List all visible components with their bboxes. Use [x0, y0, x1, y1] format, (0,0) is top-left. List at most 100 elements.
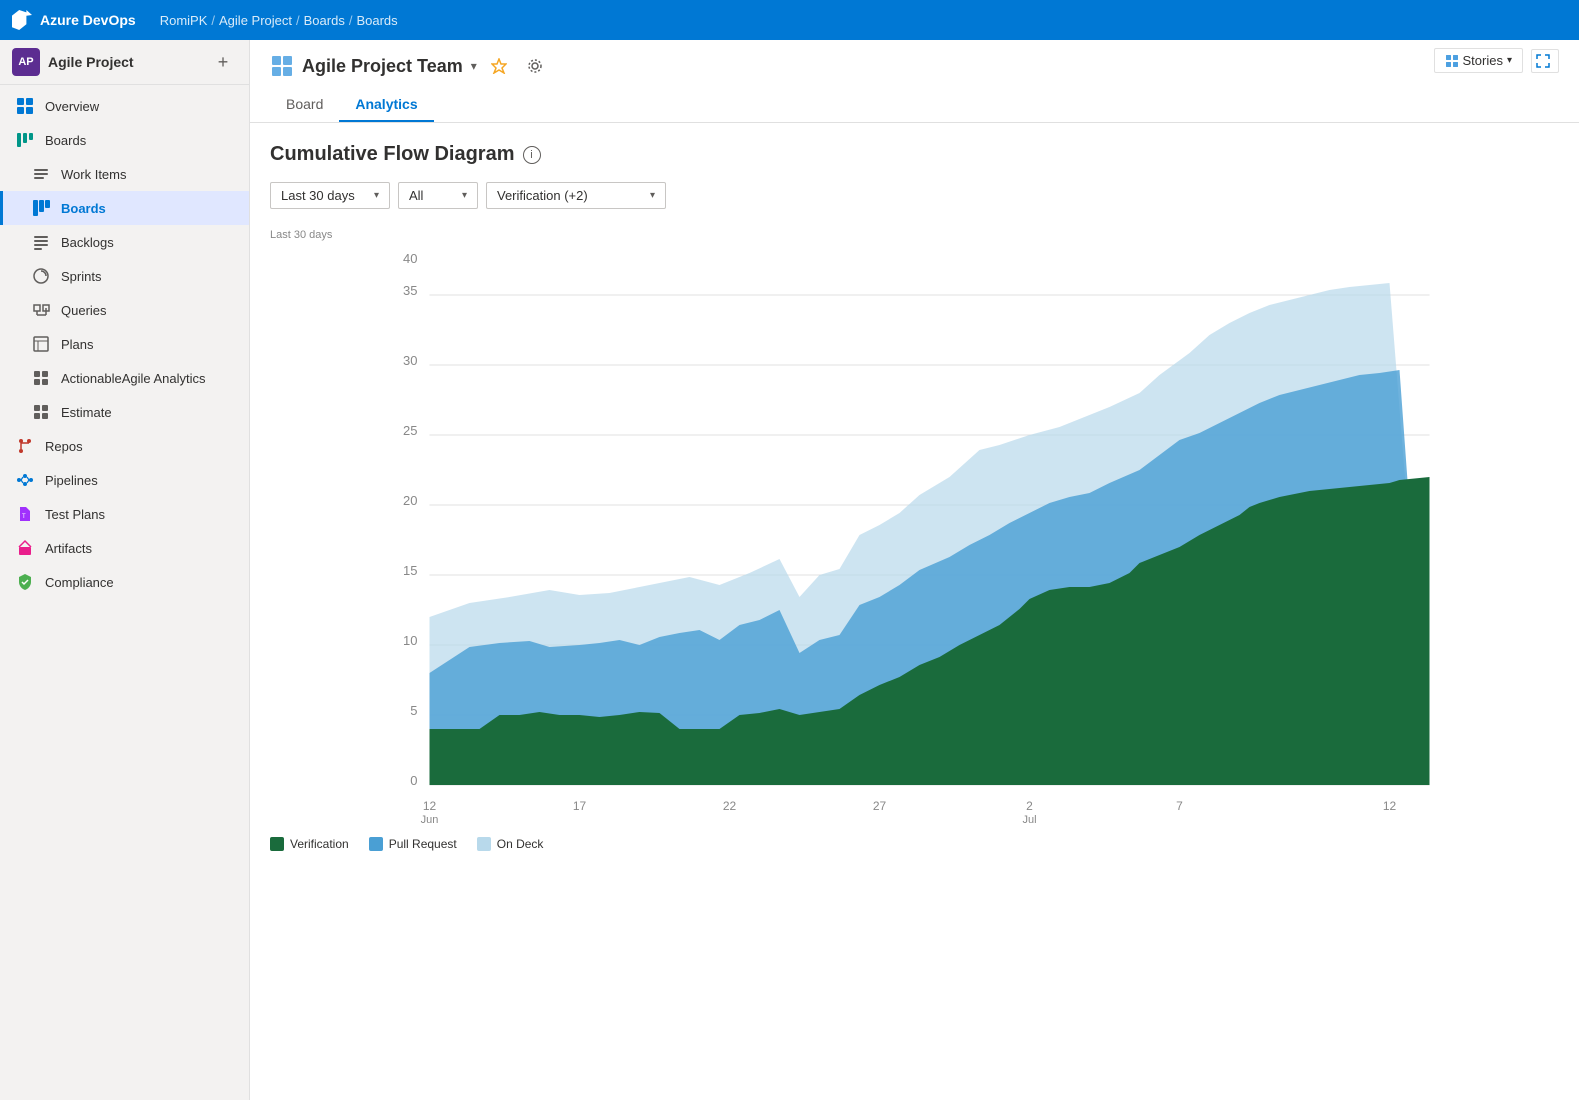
- svg-text:2: 2: [1026, 799, 1033, 813]
- team-chevron-icon[interactable]: ▾: [471, 59, 477, 73]
- sidebar-item-boards[interactable]: Boards: [0, 191, 249, 225]
- sidebar-item-pipelines-label: Pipelines: [45, 473, 98, 488]
- expand-button[interactable]: [1531, 49, 1559, 73]
- svg-text:40: 40: [403, 251, 417, 266]
- sidebar-item-overview-label: Overview: [45, 99, 99, 114]
- tab-board[interactable]: Board: [270, 88, 339, 122]
- team-actions: [485, 52, 549, 80]
- analytics-body: Cumulative Flow Diagram i Last 30 days ▾…: [250, 123, 1579, 1100]
- sidebar-item-backlogs[interactable]: Backlogs: [0, 225, 249, 259]
- svg-text:Jul: Jul: [1022, 814, 1036, 825]
- chart-legend: Verification Pull Request On Deck: [270, 837, 1559, 851]
- boards-icon: [31, 198, 51, 218]
- svg-text:0: 0: [410, 773, 417, 788]
- sidebar-item-repos-label: Repos: [45, 439, 83, 454]
- svg-text:15: 15: [403, 563, 417, 578]
- breadcrumb-romipk[interactable]: RomiPK: [160, 13, 208, 28]
- content-area: Agile Project Team ▾ Stories ▾: [250, 40, 1579, 1100]
- info-icon[interactable]: i: [523, 146, 541, 164]
- artifacts-icon: [15, 538, 35, 558]
- topbar: Azure DevOps RomiPK / Agile Project / Bo…: [0, 0, 1579, 40]
- on-deck-label: On Deck: [497, 837, 544, 851]
- sidebar-item-work-items[interactable]: Work Items: [0, 157, 249, 191]
- verification-swatch: [270, 837, 284, 851]
- chart-sublabel: Last 30 days: [270, 229, 1559, 241]
- sidebar-item-actionable[interactable]: ActionableAgile Analytics: [0, 361, 249, 395]
- stages-chevron-icon: ▾: [650, 190, 655, 201]
- main-layout: AP Agile Project + Overview: [0, 40, 1579, 1100]
- sidebar-project: AP Agile Project: [12, 48, 134, 76]
- sidebar-item-plans[interactable]: Plans: [0, 327, 249, 361]
- sidebar-item-plans-label: Plans: [61, 337, 94, 352]
- sidebar-item-backlogs-label: Backlogs: [61, 235, 114, 250]
- stages-filter[interactable]: Verification (+2) ▾: [486, 182, 666, 209]
- legend-verification: Verification: [270, 837, 349, 851]
- plans-icon: [31, 334, 51, 354]
- stages-filter-value: Verification (+2): [497, 188, 588, 203]
- sprints-icon: [31, 266, 51, 286]
- breadcrumb-boards-2[interactable]: Boards: [356, 13, 397, 28]
- settings-button[interactable]: [521, 52, 549, 80]
- svg-text:30: 30: [403, 353, 417, 368]
- add-project-button[interactable]: +: [209, 48, 237, 76]
- actionable-icon: [31, 368, 51, 388]
- breadcrumb-boards-1[interactable]: Boards: [304, 13, 345, 28]
- sidebar-item-sprints-label: Sprints: [61, 269, 101, 284]
- sidebar-item-artifacts-label: Artifacts: [45, 541, 92, 556]
- legend-pull-request: Pull Request: [369, 837, 457, 851]
- estimate-icon: [31, 402, 51, 422]
- sidebar-item-repos[interactable]: Repos: [0, 429, 249, 463]
- sidebar-item-queries-label: Queries: [61, 303, 107, 318]
- queries-icon: [31, 300, 51, 320]
- filter-row: Last 30 days ▾ All ▾ Verification (+2) ▾: [270, 182, 1559, 209]
- legend-on-deck: On Deck: [477, 837, 544, 851]
- sidebar-item-compliance[interactable]: Compliance: [0, 565, 249, 599]
- breadcrumb-sep-1: /: [211, 13, 215, 28]
- compliance-icon: [15, 572, 35, 592]
- cfd-chart: 0 5 10 15 20 25 30 35 40: [270, 245, 1559, 825]
- sidebar-item-pipelines[interactable]: Pipelines: [0, 463, 249, 497]
- sidebar-item-estimate-label: Estimate: [61, 405, 112, 420]
- tab-analytics[interactable]: Analytics: [339, 88, 433, 122]
- period-filter[interactable]: Last 30 days ▾: [270, 182, 390, 209]
- sidebar-item-overview[interactable]: Overview: [0, 89, 249, 123]
- svg-text:5: 5: [410, 703, 417, 718]
- work-items-icon: [31, 164, 51, 184]
- sidebar-item-boards-group[interactable]: Boards: [0, 123, 249, 157]
- breadcrumb-sep-3: /: [349, 13, 353, 28]
- repos-icon: [15, 436, 35, 456]
- type-filter-value: All: [409, 188, 423, 203]
- overview-icon: [15, 96, 35, 116]
- chart-svg-wrap: 0 5 10 15 20 25 30 35 40: [270, 245, 1559, 825]
- svg-text:27: 27: [873, 799, 887, 813]
- chart-title-row: Cumulative Flow Diagram i: [270, 143, 1559, 166]
- svg-text:35: 35: [403, 283, 417, 298]
- sidebar-item-sprints[interactable]: Sprints: [0, 259, 249, 293]
- period-chevron-icon: ▾: [374, 190, 379, 201]
- pull-request-swatch: [369, 837, 383, 851]
- svg-text:17: 17: [573, 799, 587, 813]
- sidebar-item-queries[interactable]: Queries: [0, 293, 249, 327]
- stories-button[interactable]: Stories ▾: [1434, 48, 1524, 73]
- chart-title: Cumulative Flow Diagram: [270, 143, 515, 166]
- content-team-row: Agile Project Team ▾ Stories ▾: [270, 52, 1559, 80]
- type-chevron-icon: ▾: [462, 190, 467, 201]
- pipelines-icon: [15, 470, 35, 490]
- verification-label: Verification: [290, 837, 349, 851]
- stories-label: Stories: [1463, 53, 1503, 68]
- chart-container: Last 30 days 0 5 10 15 20 25 30 35 40: [270, 229, 1559, 851]
- sidebar-nav: Overview Boards: [0, 85, 249, 603]
- sidebar-item-estimate[interactable]: Estimate: [0, 395, 249, 429]
- sidebar-item-test-plans[interactable]: T Test Plans: [0, 497, 249, 531]
- breadcrumb-agile-project[interactable]: Agile Project: [219, 13, 292, 28]
- sidebar-item-boards-label: Boards: [61, 201, 106, 216]
- avatar: AP: [12, 48, 40, 76]
- svg-text:7: 7: [1176, 799, 1183, 813]
- stories-chevron-icon: ▾: [1507, 55, 1512, 66]
- type-filter[interactable]: All ▾: [398, 182, 478, 209]
- sidebar-item-artifacts[interactable]: Artifacts: [0, 531, 249, 565]
- svg-text:25: 25: [403, 423, 417, 438]
- svg-text:T: T: [22, 514, 26, 520]
- favorite-button[interactable]: [485, 52, 513, 80]
- app-title: Azure DevOps: [40, 12, 136, 28]
